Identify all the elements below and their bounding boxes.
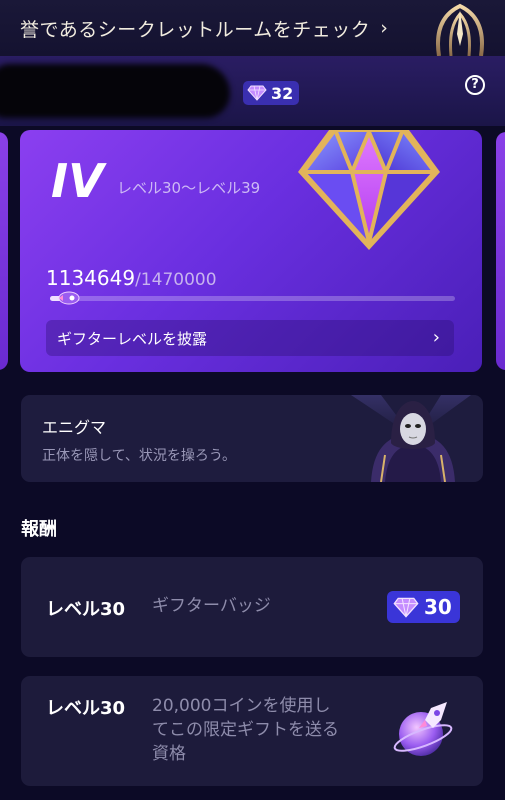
reward-item: レベル30 20,000コインを使用し てこの限定ギフトを送る 資格 [21, 676, 483, 786]
previous-level-card[interactable] [0, 132, 8, 370]
reward-description: ギフターバッジ [152, 596, 271, 616]
gem-count: 32 [271, 83, 294, 103]
gifter-level-card: IV レベル30〜レベル39 1134649/1470000 ギフターレベルを披… [20, 130, 482, 372]
rewards-heading: 報酬 [21, 519, 57, 540]
points-readout: 1134649/1470000 [46, 266, 217, 290]
gem-icon [247, 85, 267, 101]
reward-description-line: てこの限定ギフトを送る [152, 720, 339, 740]
gem-icon [298, 130, 440, 250]
reward-level: レベル30 [46, 698, 126, 719]
reveal-gifter-level-label: ギフターレベルを披露 [57, 329, 208, 348]
chevron-right-icon: › [432, 327, 440, 348]
help-icon[interactable]: ? [465, 75, 485, 95]
gifter-badge: 30 [387, 591, 460, 623]
reward-item: レベル30 ギフターバッジ 30 [21, 557, 483, 657]
next-level-card[interactable] [496, 132, 505, 370]
hooded-figure-icon [351, 395, 471, 482]
reward-description-line: 20,000コインを使用し [152, 696, 331, 716]
reveal-gifter-level-button[interactable]: ギフターレベルを披露 › [46, 320, 454, 356]
crest-icon [436, 3, 484, 56]
enigma-card[interactable]: エニグマ 正体を隠して、状況を操ろう。 [21, 395, 483, 482]
level-progress-bar [50, 296, 455, 301]
enigma-title: エニグマ [42, 418, 107, 437]
chevron-right-icon: › [380, 17, 388, 39]
rocket-icon [393, 702, 453, 756]
reward-level: レベル30 [46, 599, 126, 620]
level-roman-numeral: IV [51, 154, 104, 208]
gem-count-badge: 32 [243, 81, 300, 105]
gem-icon [393, 597, 419, 618]
total-points: /1470000 [135, 270, 217, 290]
banner-text: 誉であるシークレットルームをチェック [20, 18, 371, 41]
gifter-badge-value: 30 [424, 595, 452, 619]
reward-description-line: 資格 [152, 744, 186, 764]
redacted-username [0, 64, 230, 118]
rocket-icon [58, 291, 80, 305]
reward-description: 20,000コインを使用し てこの限定ギフトを送る 資格 [152, 694, 339, 766]
current-points: 1134649 [46, 266, 136, 290]
level-range: レベル30〜レベル39 [117, 179, 261, 197]
enigma-description: 正体を隠して、状況を操ろう。 [42, 448, 237, 464]
